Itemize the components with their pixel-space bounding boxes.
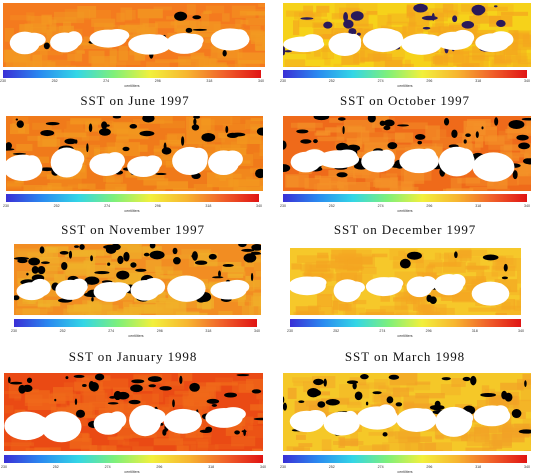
colorbar-tick-label: 252 bbox=[328, 465, 335, 469]
colorbar-tick-label: 230 bbox=[1, 465, 7, 469]
colorbar-tick-label: 340 bbox=[518, 329, 524, 333]
colorbar-tick-label: 340 bbox=[260, 465, 266, 469]
colorbar-tick-label: 296 bbox=[156, 465, 163, 469]
colorbar-unit: centiliters bbox=[128, 334, 144, 338]
sst-map bbox=[4, 373, 263, 451]
colorbar-tick-label: 274 bbox=[103, 79, 110, 83]
colorbar-tick-label: 340 bbox=[524, 79, 530, 83]
colorbar-tick-label: 252 bbox=[52, 465, 59, 469]
colorbar-tick-label: 230 bbox=[11, 329, 17, 333]
colorbar-tick-label: 318 bbox=[205, 329, 212, 333]
sst-map bbox=[283, 373, 531, 451]
sst-map bbox=[283, 3, 531, 67]
colorbar-tick-label: 274 bbox=[104, 465, 111, 469]
colorbar-tick-label: 252 bbox=[333, 329, 340, 333]
colorbar-tick-label: 340 bbox=[258, 79, 264, 83]
colorbar-tick-label: 230 bbox=[280, 465, 286, 469]
colorbar-tick-label: 274 bbox=[108, 329, 115, 333]
colorbar-tick-label: 252 bbox=[59, 329, 66, 333]
colorbar-tick-label: 252 bbox=[328, 79, 335, 83]
colorbar bbox=[3, 70, 261, 78]
colorbar-tick-label: 318 bbox=[475, 465, 482, 469]
colorbar-tick-label: 296 bbox=[425, 329, 432, 333]
colorbar-tick-label: 318 bbox=[475, 204, 482, 208]
colorbar-tick-label: 340 bbox=[524, 465, 530, 469]
colorbar-tick-label: 230 bbox=[3, 204, 9, 208]
caption-march-1998: SST on March 1998 bbox=[344, 349, 466, 364]
colorbar-tick-label: 296 bbox=[156, 329, 163, 333]
colorbar-tick-label: 274 bbox=[377, 204, 384, 208]
colorbar-tick-label: 340 bbox=[256, 204, 262, 208]
colorbar-tick-label: 296 bbox=[426, 465, 433, 469]
colorbar bbox=[6, 194, 259, 202]
colorbar-tick-label: 252 bbox=[51, 79, 58, 83]
colorbar-tick-label: 274 bbox=[104, 204, 111, 208]
colorbar-tick-label: 318 bbox=[475, 79, 482, 83]
colorbar-tick-label: 252 bbox=[53, 204, 60, 208]
colorbar bbox=[14, 319, 257, 327]
colorbar bbox=[283, 194, 527, 202]
sst-map bbox=[290, 248, 521, 315]
sst-map bbox=[14, 244, 261, 315]
colorbar-tick-label: 318 bbox=[205, 204, 212, 208]
colorbar-unit: centiliters bbox=[397, 209, 413, 213]
colorbar-unit: centiliters bbox=[124, 84, 140, 88]
colorbar-tick-label: 252 bbox=[328, 204, 335, 208]
colorbar-tick-label: 340 bbox=[254, 329, 260, 333]
colorbar-unit: centiliters bbox=[397, 334, 413, 338]
colorbar bbox=[290, 319, 521, 327]
colorbar-tick-label: 230 bbox=[0, 79, 6, 83]
colorbar-tick-label: 340 bbox=[524, 204, 530, 208]
caption-october-1997: SST on October 1997 bbox=[340, 93, 470, 108]
colorbar-unit: centiliters bbox=[124, 209, 140, 213]
colorbar-tick-label: 230 bbox=[280, 204, 286, 208]
caption-december-1997: SST on December 1997 bbox=[333, 222, 477, 237]
colorbar-unit: centiliters bbox=[124, 470, 140, 474]
sst-map bbox=[6, 116, 263, 191]
colorbar-tick-label: 274 bbox=[379, 329, 386, 333]
colorbar-tick-label: 296 bbox=[426, 79, 433, 83]
sst-map bbox=[283, 116, 531, 191]
colorbar-unit: centiliters bbox=[397, 470, 413, 474]
caption-november-1997: SST on November 1997 bbox=[61, 222, 205, 237]
caption-june-1997: SST on June 1997 bbox=[80, 93, 190, 108]
colorbar-tick-label: 318 bbox=[208, 465, 215, 469]
colorbar-tick-label: 230 bbox=[280, 79, 286, 83]
caption-january-1998: SST on January 1998 bbox=[68, 349, 198, 364]
colorbar bbox=[283, 70, 527, 78]
colorbar bbox=[283, 455, 527, 463]
colorbar-tick-label: 274 bbox=[377, 465, 384, 469]
colorbar bbox=[4, 455, 263, 463]
sst-map bbox=[3, 3, 265, 67]
colorbar-tick-label: 296 bbox=[154, 79, 161, 83]
colorbar-tick-label: 296 bbox=[154, 204, 161, 208]
colorbar-tick-label: 230 bbox=[287, 329, 293, 333]
colorbar-unit: centiliters bbox=[397, 84, 413, 88]
colorbar-tick-label: 274 bbox=[377, 79, 384, 83]
colorbar-tick-label: 318 bbox=[206, 79, 213, 83]
colorbar-tick-label: 296 bbox=[426, 204, 433, 208]
colorbar-tick-label: 318 bbox=[471, 329, 478, 333]
